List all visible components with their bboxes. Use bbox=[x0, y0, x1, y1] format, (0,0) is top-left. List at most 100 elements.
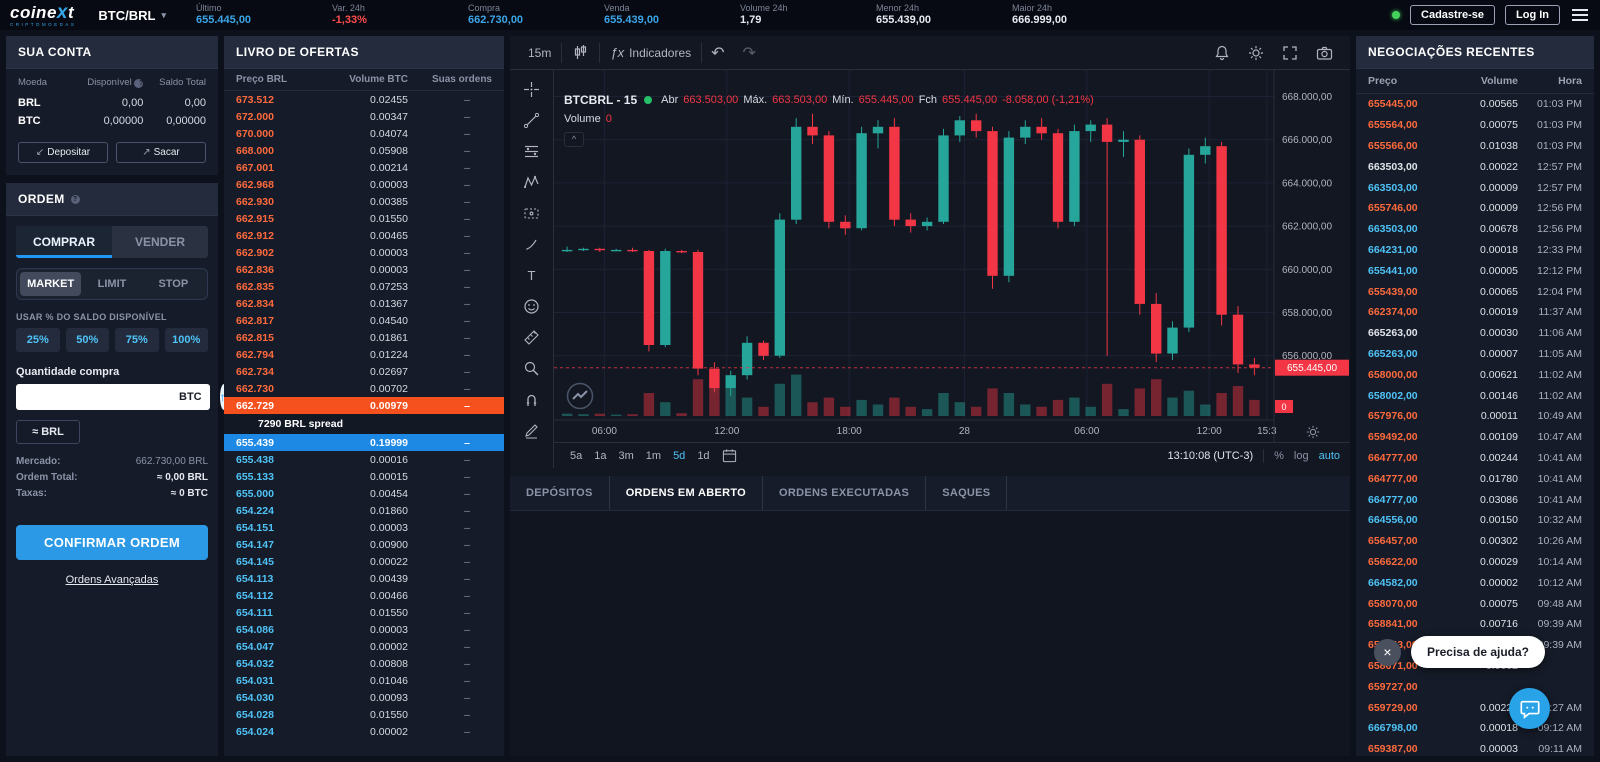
orderbook-bid-row[interactable]: 654.112 0.00466 – bbox=[224, 587, 504, 604]
brand-logo[interactable]: coinext CRIPTOMOEDAS bbox=[10, 3, 76, 28]
tab-depósitos[interactable]: DEPÓSITOS bbox=[510, 476, 610, 510]
tab-stop[interactable]: STOP bbox=[143, 272, 204, 296]
scale-button[interactable]: auto bbox=[1319, 450, 1340, 462]
tab-saques[interactable]: SAQUES bbox=[926, 476, 1008, 510]
orderbook-ask-row[interactable]: 662.915 0.01550 – bbox=[224, 210, 504, 227]
trade-row[interactable]: 665263,00 0.00007 11:05 AM bbox=[1356, 344, 1594, 365]
orderbook-ask-row[interactable]: 662.836 0.00003 – bbox=[224, 261, 504, 278]
help-close-button[interactable]: × bbox=[1373, 638, 1401, 666]
tab-comprar[interactable]: COMPRAR bbox=[16, 226, 112, 258]
trade-row[interactable]: 655566,00 0.01038 01:03 PM bbox=[1356, 136, 1594, 157]
tab-market[interactable]: MARKET bbox=[20, 272, 82, 296]
trade-row[interactable]: 658002,00 0.00146 11:02 AM bbox=[1356, 385, 1594, 406]
trade-row[interactable]: 658000,00 0.00621 11:02 AM bbox=[1356, 364, 1594, 385]
orderbook-ask-row[interactable]: 662.817 0.04540 – bbox=[224, 312, 504, 329]
orderbook-bid-row[interactable]: 654.032 0.00808 – bbox=[224, 655, 504, 672]
orderbook-ask-row[interactable]: 668.000 0.05908 – bbox=[224, 142, 504, 159]
orderbook-ask-row[interactable]: 662.794 0.01224 – bbox=[224, 346, 504, 363]
range-button[interactable]: 1m bbox=[640, 448, 667, 464]
fib-retracement-icon[interactable] bbox=[519, 142, 545, 160]
trade-row[interactable]: 663503,00 0.00009 12:57 PM bbox=[1356, 177, 1594, 198]
orderbook-bid-row[interactable]: 654.031 0.01046 – bbox=[224, 672, 504, 689]
orderbook-bid-row[interactable]: 654.024 0.00002 – bbox=[224, 723, 504, 740]
orderbook-ask-row[interactable]: 673.512 0.02455 – bbox=[224, 91, 504, 108]
chart-symbol[interactable]: BTCBRL - 15 bbox=[564, 90, 637, 110]
orderbook-ask-row[interactable]: 662.834 0.01367 – bbox=[224, 295, 504, 312]
tab-vender[interactable]: VENDER bbox=[112, 226, 208, 258]
info-icon[interactable]: ? bbox=[134, 79, 144, 88]
orderbook-ask-row[interactable]: 662.815 0.01861 – bbox=[224, 329, 504, 346]
legend-collapse-button[interactable]: ^ bbox=[564, 132, 584, 148]
trade-row[interactable]: 659729,00 0.00220 09:27 AM bbox=[1356, 697, 1594, 718]
go-to-date-button[interactable] bbox=[722, 448, 737, 463]
orderbook-bid-row[interactable]: 654.030 0.00093 – bbox=[224, 689, 504, 706]
orderbook-bid-row[interactable]: 655.000 0.00454 – bbox=[224, 485, 504, 502]
tab-limit[interactable]: LIMIT bbox=[81, 272, 142, 296]
trade-row[interactable]: 664777,00 0.03086 10:41 AM bbox=[1356, 489, 1594, 510]
trade-row[interactable]: 664556,00 0.00150 10:32 AM bbox=[1356, 510, 1594, 531]
orderbook-ask-row[interactable]: 670.000 0.04074 – bbox=[224, 125, 504, 142]
trade-row[interactable]: 666798,00 0.00018 09:12 AM bbox=[1356, 718, 1594, 739]
orderbook-ask-row[interactable]: 662.912 0.00465 – bbox=[224, 227, 504, 244]
confirm-order-button[interactable]: CONFIRMAR ORDEM bbox=[16, 525, 208, 560]
tab-ordens-executadas[interactable]: ORDENS EXECUTADAS bbox=[763, 476, 927, 510]
orderbook-bid-row[interactable]: 655.438 0.00016 – bbox=[224, 451, 504, 468]
chart-clock[interactable]: 13:10:08 (UTC-3) bbox=[1168, 450, 1254, 462]
orderbook-bid-row[interactable]: 655.133 0.00015 – bbox=[224, 468, 504, 485]
tab-ordens-em-aberto[interactable]: ORDENS EM ABERTO bbox=[610, 476, 763, 510]
percent-button[interactable]: 25% bbox=[16, 328, 60, 352]
measure-ruler-icon[interactable] bbox=[519, 328, 545, 346]
xabcd-pattern-icon[interactable] bbox=[519, 173, 545, 191]
range-button[interactable]: 1d bbox=[691, 448, 715, 464]
login-button[interactable]: Log In bbox=[1505, 5, 1560, 25]
brush-icon[interactable] bbox=[519, 235, 545, 253]
interval-selector[interactable]: 15m bbox=[518, 36, 561, 70]
emoji-tool-icon[interactable] bbox=[519, 297, 545, 315]
range-button[interactable]: 1a bbox=[588, 448, 612, 464]
quantity-input[interactable] bbox=[24, 390, 179, 404]
trade-row[interactable]: 656622,00 0.00029 10:14 AM bbox=[1356, 552, 1594, 573]
withdraw-button[interactable]: ↗ Sacar bbox=[116, 142, 206, 163]
signup-button[interactable]: Cadastre-se bbox=[1410, 5, 1495, 25]
orderbook-ask-row[interactable]: 662.730 0.00702 – bbox=[224, 380, 504, 397]
axis-settings-button[interactable] bbox=[1306, 425, 1320, 439]
trade-row[interactable]: 655564,00 0.00075 01:03 PM bbox=[1356, 115, 1594, 136]
zoom-icon[interactable] bbox=[519, 359, 545, 377]
trade-row[interactable]: 659492,00 0.00109 10:47 AM bbox=[1356, 427, 1594, 448]
orderbook-ask-row[interactable]: 672.000 0.00347 – bbox=[224, 108, 504, 125]
pair-selector[interactable]: BTC/BRL ▾ bbox=[98, 8, 166, 23]
trade-row[interactable]: 655439,00 0.00065 12:04 PM bbox=[1356, 281, 1594, 302]
orderbook-bid-row[interactable]: 654.145 0.00022 – bbox=[224, 553, 504, 570]
orderbook-bid-row[interactable]: 655.439 0.19999 – bbox=[224, 434, 504, 451]
trade-row[interactable]: 655441,00 0.00005 12:12 PM bbox=[1356, 260, 1594, 281]
fullscreen-button[interactable] bbox=[1273, 36, 1307, 70]
orderbook-bid-row[interactable]: 654.224 0.01860 – bbox=[224, 502, 504, 519]
orderbook-bid-row[interactable]: 654.147 0.00900 – bbox=[224, 536, 504, 553]
orderbook-bid-row[interactable]: 654.111 0.01550 – bbox=[224, 604, 504, 621]
chat-launcher-button[interactable] bbox=[1509, 688, 1550, 729]
trade-row[interactable]: 663503,00 0.00022 12:57 PM bbox=[1356, 156, 1594, 177]
orderbook-ask-row[interactable]: 662.729 0.00979 – bbox=[224, 397, 504, 414]
scale-button[interactable]: log bbox=[1294, 450, 1309, 462]
orderbook-ask-row[interactable]: 662.930 0.00385 – bbox=[224, 193, 504, 210]
magnet-icon[interactable] bbox=[519, 390, 545, 408]
trend-line-icon[interactable] bbox=[519, 111, 545, 129]
convert-brl-button[interactable]: ≈ BRL bbox=[16, 420, 80, 444]
trade-row[interactable]: 664582,00 0.00002 10:12 AM bbox=[1356, 572, 1594, 593]
trade-row[interactable]: 655746,00 0.00009 12:56 PM bbox=[1356, 198, 1594, 219]
chart-canvas[interactable]: 668.000,00 666.000,00 664.000,00 662.000,00… bbox=[554, 70, 1350, 442]
trade-row[interactable]: 657976,00 0.00011 10:49 AM bbox=[1356, 406, 1594, 427]
orderbook-bid-row[interactable]: 654.047 0.00002 – bbox=[224, 638, 504, 655]
trade-row[interactable]: 662374,00 0.00019 11:37 AM bbox=[1356, 302, 1594, 323]
orderbook-ask-row[interactable]: 662.902 0.00003 – bbox=[224, 244, 504, 261]
percent-button[interactable]: 50% bbox=[65, 328, 109, 352]
trade-row[interactable]: 658841,00 0.00716 09:39 AM bbox=[1356, 614, 1594, 635]
trade-row[interactable]: 659727,00 bbox=[1356, 676, 1594, 697]
percent-button[interactable]: 100% bbox=[164, 328, 208, 352]
edit-pencil-icon[interactable] bbox=[519, 421, 545, 439]
snapshot-button[interactable] bbox=[1307, 36, 1342, 70]
trade-row[interactable]: 664777,00 0.01780 10:41 AM bbox=[1356, 468, 1594, 489]
orderbook-bid-row[interactable]: 654.028 0.01550 – bbox=[224, 706, 504, 723]
advanced-orders-link[interactable]: Ordens Avançadas bbox=[66, 574, 159, 586]
orderbook-bid-row[interactable]: 654.151 0.00003 – bbox=[224, 519, 504, 536]
